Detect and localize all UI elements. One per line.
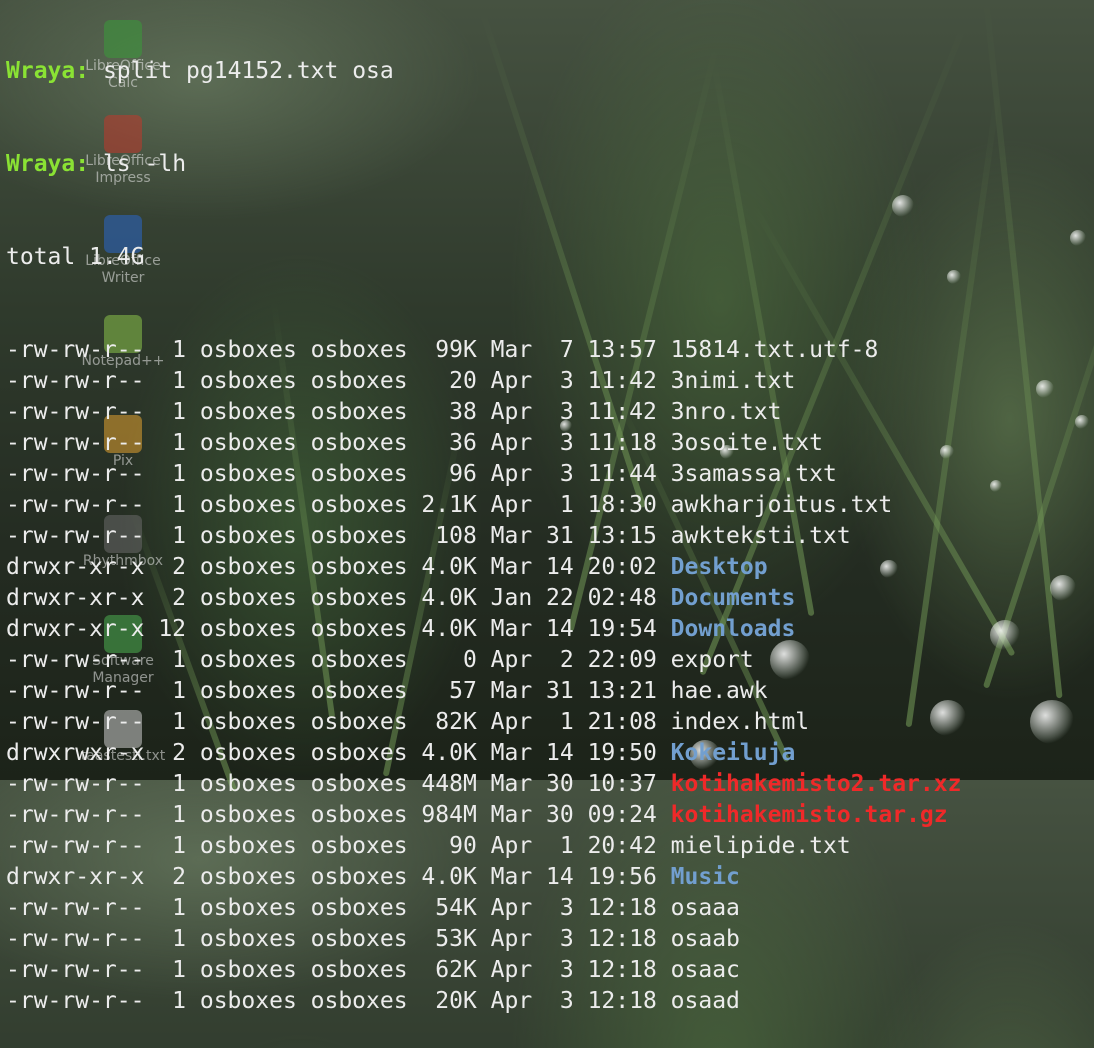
ls-entry-meta: drwxr-xr-x 12 osboxes osboxes 4.0K Mar 1… — [6, 616, 671, 642]
ls-entry-meta: drwxr-xr-x 2 osboxes osboxes 4.0K Mar 14… — [6, 864, 671, 890]
ls-entry-row: drwxrwxr-x 2 osboxes osboxes 4.0K Mar 14… — [6, 738, 1094, 769]
ls-entry-row: -rw-rw-r-- 1 osboxes osboxes 20K Apr 3 1… — [6, 986, 1094, 1017]
ls-entry-row: -rw-rw-r-- 1 osboxes osboxes 108 Mar 31 … — [6, 521, 1094, 552]
ls-entry-row: -rw-rw-r-- 1 osboxes osboxes 20 Apr 3 11… — [6, 366, 1094, 397]
ls-entry-meta: drwxr-xr-x 2 osboxes osboxes 4.0K Mar 14… — [6, 554, 671, 580]
ls-entry-meta: drwxr-xr-x 2 osboxes osboxes 4.0K Jan 22… — [6, 585, 671, 611]
file-name: index.html — [670, 709, 810, 735]
directory-name: Kokeiluja — [670, 740, 796, 766]
directory-name: Downloads — [670, 616, 796, 642]
file-name: osaaa — [670, 895, 740, 921]
directory-name: Desktop — [670, 554, 768, 580]
directory-name: Documents — [670, 585, 796, 611]
file-name: osaac — [670, 957, 740, 983]
ls-entry-row: -rw-rw-r-- 1 osboxes osboxes 36 Apr 3 11… — [6, 428, 1094, 459]
ls-total: total 1.4G — [6, 244, 145, 270]
ls-entry-meta: -rw-rw-r-- 1 osboxes osboxes 38 Apr 3 11… — [6, 399, 671, 425]
ls-entry-meta: -rw-rw-r-- 1 osboxes osboxes 90 Apr 1 20… — [6, 833, 671, 859]
ls-entry-meta: -rw-rw-r-- 1 osboxes osboxes 20K Apr 3 1… — [6, 988, 671, 1014]
ls-entry-row: drwxr-xr-x 12 osboxes osboxes 4.0K Mar 1… — [6, 614, 1094, 645]
command-line: Wraya: split pg14152.txt osa — [6, 56, 1094, 87]
file-name: 3nro.txt — [670, 399, 782, 425]
ls-entry-row: -rw-rw-r-- 1 osboxes osboxes 99K Mar 7 1… — [6, 335, 1094, 366]
ls-entry-row: -rw-rw-r-- 1 osboxes osboxes 0 Apr 2 22:… — [6, 645, 1094, 676]
command-text: ls -lh — [102, 151, 187, 177]
file-name: 15814.txt.utf-8 — [670, 337, 879, 363]
ls-entry-meta: -rw-rw-r-- 1 osboxes osboxes 984M Mar 30… — [6, 802, 671, 828]
terminal-window[interactable]: Wraya: split pg14152.txt osa Wraya: ls -… — [6, 0, 1094, 1014]
ls-entry-meta: -rw-rw-r-- 1 osboxes osboxes 20 Apr 3 11… — [6, 368, 671, 394]
ls-entry-meta: -rw-rw-r-- 1 osboxes osboxes 54K Apr 3 1… — [6, 895, 671, 921]
file-name: mielipide.txt — [670, 833, 851, 859]
ls-entry-meta: -rw-rw-r-- 1 osboxes osboxes 448M Mar 30… — [6, 771, 671, 797]
ls-entry-row: -rw-rw-r-- 1 osboxes osboxes 96 Apr 3 11… — [6, 459, 1094, 490]
ls-entry-row: drwxr-xr-x 2 osboxes osboxes 4.0K Mar 14… — [6, 552, 1094, 583]
ls-entry-meta: -rw-rw-r-- 1 osboxes osboxes 57 Mar 31 1… — [6, 678, 671, 704]
ls-entry-meta: -rw-rw-r-- 1 osboxes osboxes 96 Apr 3 11… — [6, 461, 671, 487]
ls-entry-row: drwxr-xr-x 2 osboxes osboxes 4.0K Mar 14… — [6, 862, 1094, 893]
command-line: Wraya: ls -lh — [6, 149, 1094, 180]
ls-entry-row: -rw-rw-r-- 1 osboxes osboxes 53K Apr 3 1… — [6, 924, 1094, 955]
file-name: 3nimi.txt — [670, 368, 796, 394]
file-name: 3osoite.txt — [670, 430, 823, 456]
file-name: awkharjoitus.txt — [670, 492, 893, 518]
ls-entry-meta: -rw-rw-r-- 1 osboxes osboxes 0 Apr 2 22:… — [6, 647, 671, 673]
command-text: split pg14152.txt osa — [102, 58, 394, 84]
ls-entry-row: -rw-rw-r-- 1 osboxes osboxes 38 Apr 3 11… — [6, 397, 1094, 428]
file-name: hae.awk — [670, 678, 768, 704]
ls-listing: -rw-rw-r-- 1 osboxes osboxes 99K Mar 7 1… — [6, 335, 1094, 1017]
file-name: awkteksti.txt — [670, 523, 851, 549]
ls-entry-meta: -rw-rw-r-- 1 osboxes osboxes 53K Apr 3 1… — [6, 926, 671, 952]
ls-entry-meta: -rw-rw-r-- 1 osboxes osboxes 82K Apr 1 2… — [6, 709, 671, 735]
file-name: 3samassa.txt — [670, 461, 837, 487]
ls-entry-meta: -rw-rw-r-- 1 osboxes osboxes 108 Mar 31 … — [6, 523, 671, 549]
directory-name: Music — [670, 864, 740, 890]
file-name: export — [670, 647, 754, 673]
ls-entry-row: -rw-rw-r-- 1 osboxes osboxes 57 Mar 31 1… — [6, 676, 1094, 707]
ls-entry-meta: -rw-rw-r-- 1 osboxes osboxes 36 Apr 3 11… — [6, 430, 671, 456]
prompt: Wraya: — [6, 151, 90, 177]
ls-entry-row: -rw-rw-r-- 1 osboxes osboxes 2.1K Apr 1 … — [6, 490, 1094, 521]
ls-entry-row: -rw-rw-r-- 1 osboxes osboxes 90 Apr 1 20… — [6, 831, 1094, 862]
ls-entry-row: -rw-rw-r-- 1 osboxes osboxes 984M Mar 30… — [6, 800, 1094, 831]
ls-entry-row: -rw-rw-r-- 1 osboxes osboxes 448M Mar 30… — [6, 769, 1094, 800]
ls-entry-meta: -rw-rw-r-- 1 osboxes osboxes 2.1K Apr 1 … — [6, 492, 671, 518]
ls-entry-meta: drwxrwxr-x 2 osboxes osboxes 4.0K Mar 14… — [6, 740, 671, 766]
prompt: Wraya: — [6, 58, 90, 84]
ls-entry-row: drwxr-xr-x 2 osboxes osboxes 4.0K Jan 22… — [6, 583, 1094, 614]
ls-entry-row: -rw-rw-r-- 1 osboxes osboxes 62K Apr 3 1… — [6, 955, 1094, 986]
file-name: kotihakemisto.tar.gz — [670, 802, 948, 828]
ls-entry-row: -rw-rw-r-- 1 osboxes osboxes 54K Apr 3 1… — [6, 893, 1094, 924]
ls-entry-meta: -rw-rw-r-- 1 osboxes osboxes 62K Apr 3 1… — [6, 957, 671, 983]
file-name: osaab — [670, 926, 740, 952]
file-name: kotihakemisto2.tar.xz — [670, 771, 962, 797]
file-name: osaad — [670, 988, 740, 1014]
ls-entry-meta: -rw-rw-r-- 1 osboxes osboxes 99K Mar 7 1… — [6, 337, 671, 363]
ls-entry-row: -rw-rw-r-- 1 osboxes osboxes 82K Apr 1 2… — [6, 707, 1094, 738]
